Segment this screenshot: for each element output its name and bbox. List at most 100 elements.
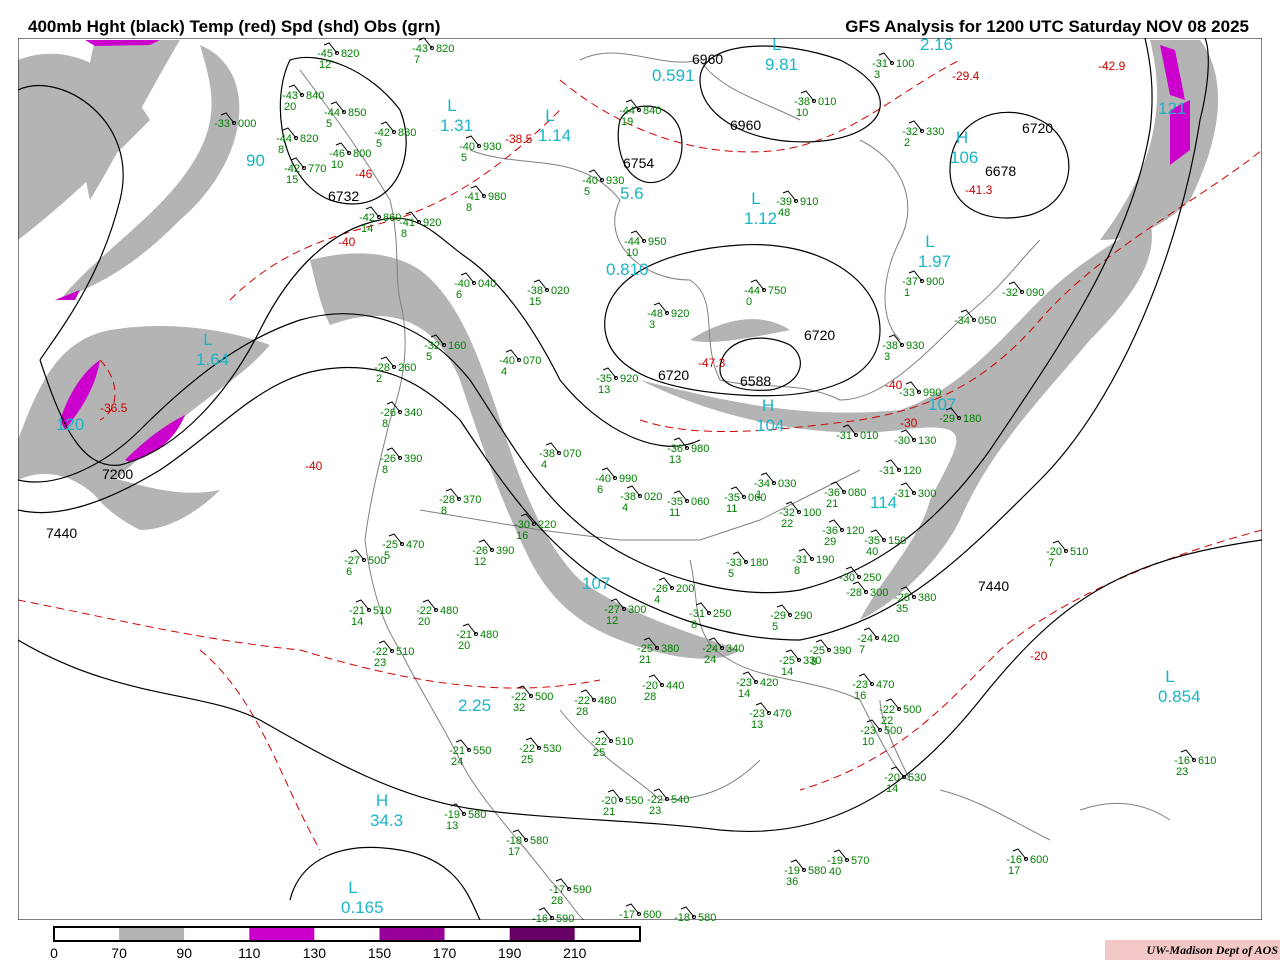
temperature-label: -38.5 [505,132,533,146]
obs-height: 180 [963,413,981,425]
height-label: 7440 [46,525,77,541]
legend-swatch [119,927,185,941]
obs-dewpoint: 20 [284,101,296,113]
station-obs: -31 1908 [792,548,834,577]
obs-height: 300 [628,604,646,616]
station-obs: -34 050 [954,309,996,327]
legend-swatch [379,927,445,941]
obs-height: 200 [676,583,694,595]
obs-dewpoint: 3 [649,319,655,331]
station-obs: -31 300 [894,482,936,500]
station-obs: -44 7500 [744,279,786,308]
obs-height: 880 [398,127,416,139]
obs-dewpoint: 5 [772,621,778,633]
station-obs: -16 60017 [1006,848,1048,877]
obs-dewpoint: 7 [414,54,420,66]
obs-height: 570 [851,855,869,867]
obs-height: 770 [308,163,326,175]
obs-height: 030 [778,478,796,490]
obs-dewpoint: 20 [458,640,470,652]
obs-dewpoint: 8 [441,505,447,517]
station-obs: -41 9208 [399,211,441,240]
height-label: 7440 [978,578,1009,594]
obs-dewpoint: 20 [418,616,430,628]
obs-height: 470 [876,679,894,691]
obs-dewpoint: 48 [778,207,790,219]
station-obs: -16 61023 [1174,749,1216,778]
height-label: 6678 [985,163,1016,179]
obs-dewpoint: 40 [866,546,878,558]
legend-label: 90 [176,945,192,960]
station-obs: -40 9305 [459,135,501,164]
obs-height: 590 [556,913,574,925]
obs-height: 190 [816,554,834,566]
speed-center-value: 1.64 [196,350,229,369]
obs-dewpoint: 7 [1048,557,1054,569]
height-label: 6960 [692,51,723,67]
obs-height: 300 [870,587,888,599]
obs-dewpoint: 8 [691,619,697,631]
legend-label: 150 [368,945,392,960]
station-obs: -44 95010 [624,230,666,259]
obs-dewpoint: 13 [669,454,681,466]
obs-height: 150 [888,535,906,547]
station-obs: -31 2508 [689,602,731,631]
speed-center-value: 107 [582,574,610,593]
obs-dewpoint: 10 [796,107,808,119]
legend-swatch [574,927,640,941]
obs-height: 120 [846,525,864,537]
station-obs: -25 4705 [382,533,424,562]
obs-dewpoint: 15 [286,174,298,186]
station-obs: -21 48020 [456,623,498,652]
speed-center: 0.591 [652,66,695,85]
obs-dewpoint: 12 [474,556,486,568]
obs-height: 020 [551,285,569,297]
obs-temperature: -34 [954,315,970,327]
station-obs: -42 8805 [374,121,416,150]
obs-height: 980 [488,191,506,203]
speed-center: 121 [1158,99,1186,118]
station-obs: -34 0301 [754,472,796,501]
obs-dewpoint: 13 [751,719,763,731]
obs-dewpoint: 19 [621,116,633,128]
obs-height: 050 [978,315,996,327]
obs-dewpoint: 8 [794,565,800,577]
station-obs: -20 5107 [1046,540,1088,569]
temperature-label: -30 [900,416,918,430]
speed-center: L1.12 [744,189,777,228]
speed-center: 0.810 [606,260,649,279]
obs-height: 990 [923,387,941,399]
obs-dewpoint: 11 [669,507,680,519]
obs-dewpoint: 14 [781,666,793,678]
speed-center-value: 0.854 [1158,687,1201,706]
obs-dewpoint: 1 [904,287,910,299]
speed-center-value: 106 [950,148,978,167]
obs-height: 060 [691,496,709,508]
obs-dewpoint: 21 [603,806,615,818]
obs-height: 500 [884,725,902,737]
obs-height: 500 [903,704,921,716]
station-obs: -21 55024 [449,739,491,768]
station-obs: -38 02015 [527,279,569,308]
obs-height: 530 [908,772,926,784]
obs-height: 330 [803,655,821,667]
obs-dewpoint: 25 [521,754,533,766]
obs-height: 340 [726,643,744,655]
station-obs: -16 590 [532,907,574,925]
station-obs: -48 9203 [647,302,689,331]
station-obs: -23 47016 [852,673,894,702]
obs-height: 510 [396,646,414,658]
station-obs: -35 06011 [667,490,709,519]
obs-dewpoint: 29 [824,536,836,548]
obs-height: 330 [926,126,944,138]
temperature-label: -20 [1030,649,1048,663]
obs-dewpoint: 12 [606,615,618,627]
speed-center: 114 [870,493,897,512]
height-label: 6720 [1022,120,1053,136]
obs-height: 260 [398,362,416,374]
obs-height: 180 [750,557,768,569]
obs-height: 250 [863,572,881,584]
height-label: 6732 [328,188,359,204]
station-obs: -43 84020 [282,84,324,113]
speed-center-value: 1.14 [538,126,571,145]
